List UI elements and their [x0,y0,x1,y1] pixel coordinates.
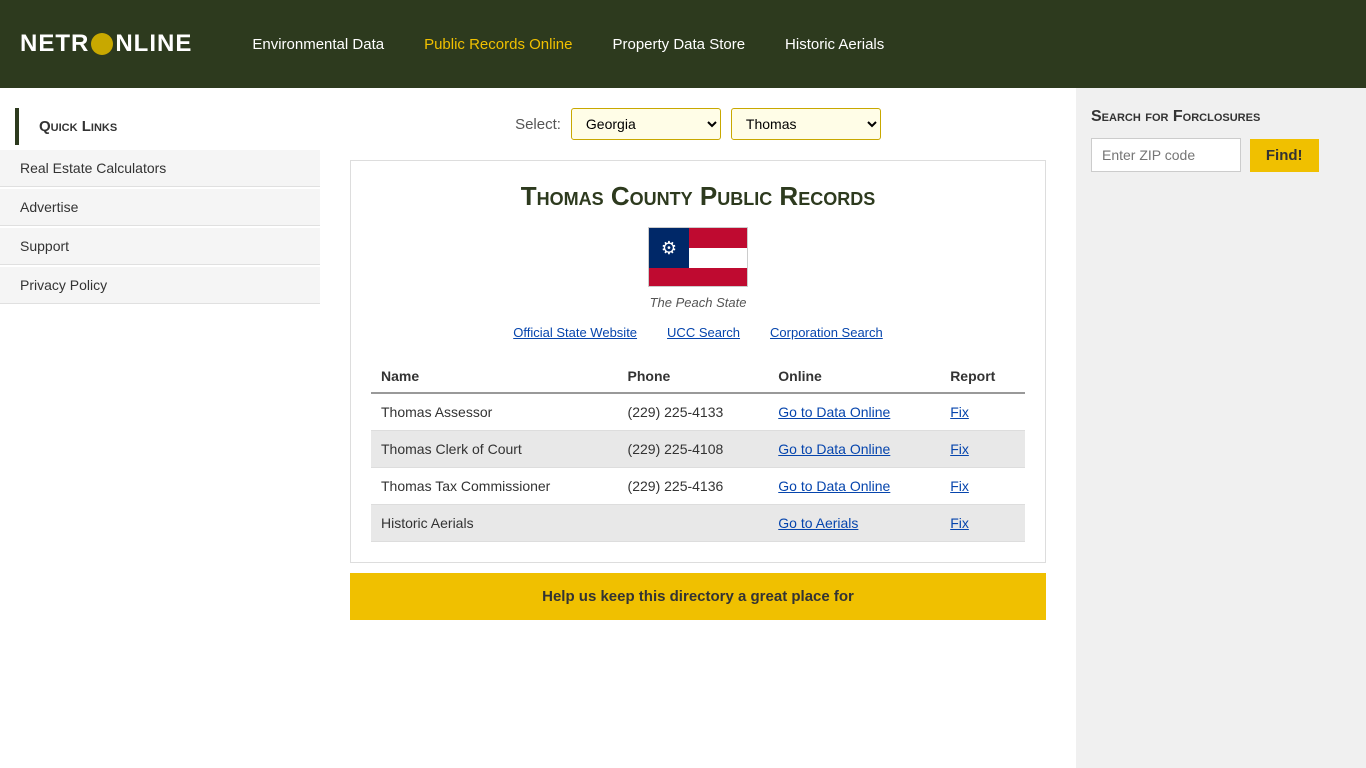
report-link[interactable]: Fix [950,515,969,531]
table-row: Thomas Assessor(229) 225-4133 Go to Data … [371,393,1025,431]
globe-icon [91,33,113,55]
right-panel: Search for Forclosures Find! [1076,88,1366,768]
select-bar: Select: Georgia Alabama Florida Thomas F… [350,108,1046,140]
cell-name: Thomas Clerk of Court [371,431,618,468]
cell-phone: (229) 225-4133 [618,393,769,431]
col-phone: Phone [618,360,769,393]
online-link[interactable]: Go to Aerials [778,515,858,531]
table-row: Historic Aerials Go to Aerials Fix [371,505,1025,542]
site-logo[interactable]: NETRNLINE [20,30,192,58]
cell-online: Go to Aerials [768,505,940,542]
nav-historic-aerials[interactable]: Historic Aerials [785,36,884,53]
site-header: NETRNLINE Environmental Data Public Reco… [0,0,1366,88]
online-link[interactable]: Go to Data Online [778,404,890,420]
sidebar-item-real-estate[interactable]: Real Estate Calculators [0,150,320,187]
official-state-website-link[interactable]: Official State Website [513,325,637,340]
flag-area: ⚙ The Peach State [371,227,1025,310]
report-link[interactable]: Fix [950,478,969,494]
col-online: Online [768,360,940,393]
cell-phone: (229) 225-4136 [618,468,769,505]
state-links: Official State Website UCC Search Corpor… [371,325,1025,340]
sidebar: Quick Links Real Estate Calculators Adve… [0,88,320,768]
county-content: Thomas County Public Records ⚙ The Peach… [350,160,1046,563]
foreclosure-search: Find! [1091,138,1351,172]
corporation-search-link[interactable]: Corporation Search [770,325,883,340]
flag-stripe-3 [649,268,747,287]
col-report: Report [940,360,1025,393]
select-label: Select: [515,116,561,133]
sidebar-item-privacy[interactable]: Privacy Policy [0,267,320,304]
online-link[interactable]: Go to Data Online [778,441,890,457]
report-link[interactable]: Fix [950,404,969,420]
nav-property-data-store[interactable]: Property Data Store [612,36,745,53]
table-row: Thomas Tax Commissioner(229) 225-4136 Go … [371,468,1025,505]
main-nav: Environmental Data Public Records Online… [252,36,884,53]
county-title: Thomas County Public Records [371,181,1025,212]
state-select[interactable]: Georgia Alabama Florida [571,108,721,140]
cell-phone: (229) 225-4108 [618,431,769,468]
cell-online: Go to Data Online [768,393,940,431]
find-button[interactable]: Find! [1250,139,1319,172]
foreclosure-title: Search for Forclosures [1091,108,1351,126]
sidebar-item-advertise[interactable]: Advertise [0,189,320,226]
ucc-search-link[interactable]: UCC Search [667,325,740,340]
county-select[interactable]: Thomas Fulton DeKalb [731,108,881,140]
zip-input[interactable] [1091,138,1241,172]
quick-links-title: Quick Links [15,108,305,145]
bottom-banner: Help us keep this directory a great plac… [350,573,1046,620]
flag-seal-icon: ⚙ [661,238,677,259]
cell-phone [618,505,769,542]
cell-name: Thomas Tax Commissioner [371,468,618,505]
georgia-flag: ⚙ [648,227,748,287]
cell-report: Fix [940,468,1025,505]
cell-report: Fix [940,431,1025,468]
nav-environmental-data[interactable]: Environmental Data [252,36,384,53]
state-nickname: The Peach State [371,295,1025,310]
main-content: Select: Georgia Alabama Florida Thomas F… [320,88,1076,768]
main-wrapper: Quick Links Real Estate Calculators Adve… [0,88,1366,768]
sidebar-item-support[interactable]: Support [0,228,320,265]
cell-report: Fix [940,393,1025,431]
col-name: Name [371,360,618,393]
logo-area: NETRNLINE [20,30,192,58]
online-link[interactable]: Go to Data Online [778,478,890,494]
flag-canton: ⚙ [649,228,689,268]
records-table: Name Phone Online Report Thomas Assessor… [371,360,1025,542]
cell-name: Thomas Assessor [371,393,618,431]
cell-online: Go to Data Online [768,431,940,468]
report-link[interactable]: Fix [950,441,969,457]
table-row: Thomas Clerk of Court(229) 225-4108 Go to… [371,431,1025,468]
cell-name: Historic Aerials [371,505,618,542]
nav-public-records-online[interactable]: Public Records Online [424,36,572,53]
cell-report: Fix [940,505,1025,542]
cell-online: Go to Data Online [768,468,940,505]
